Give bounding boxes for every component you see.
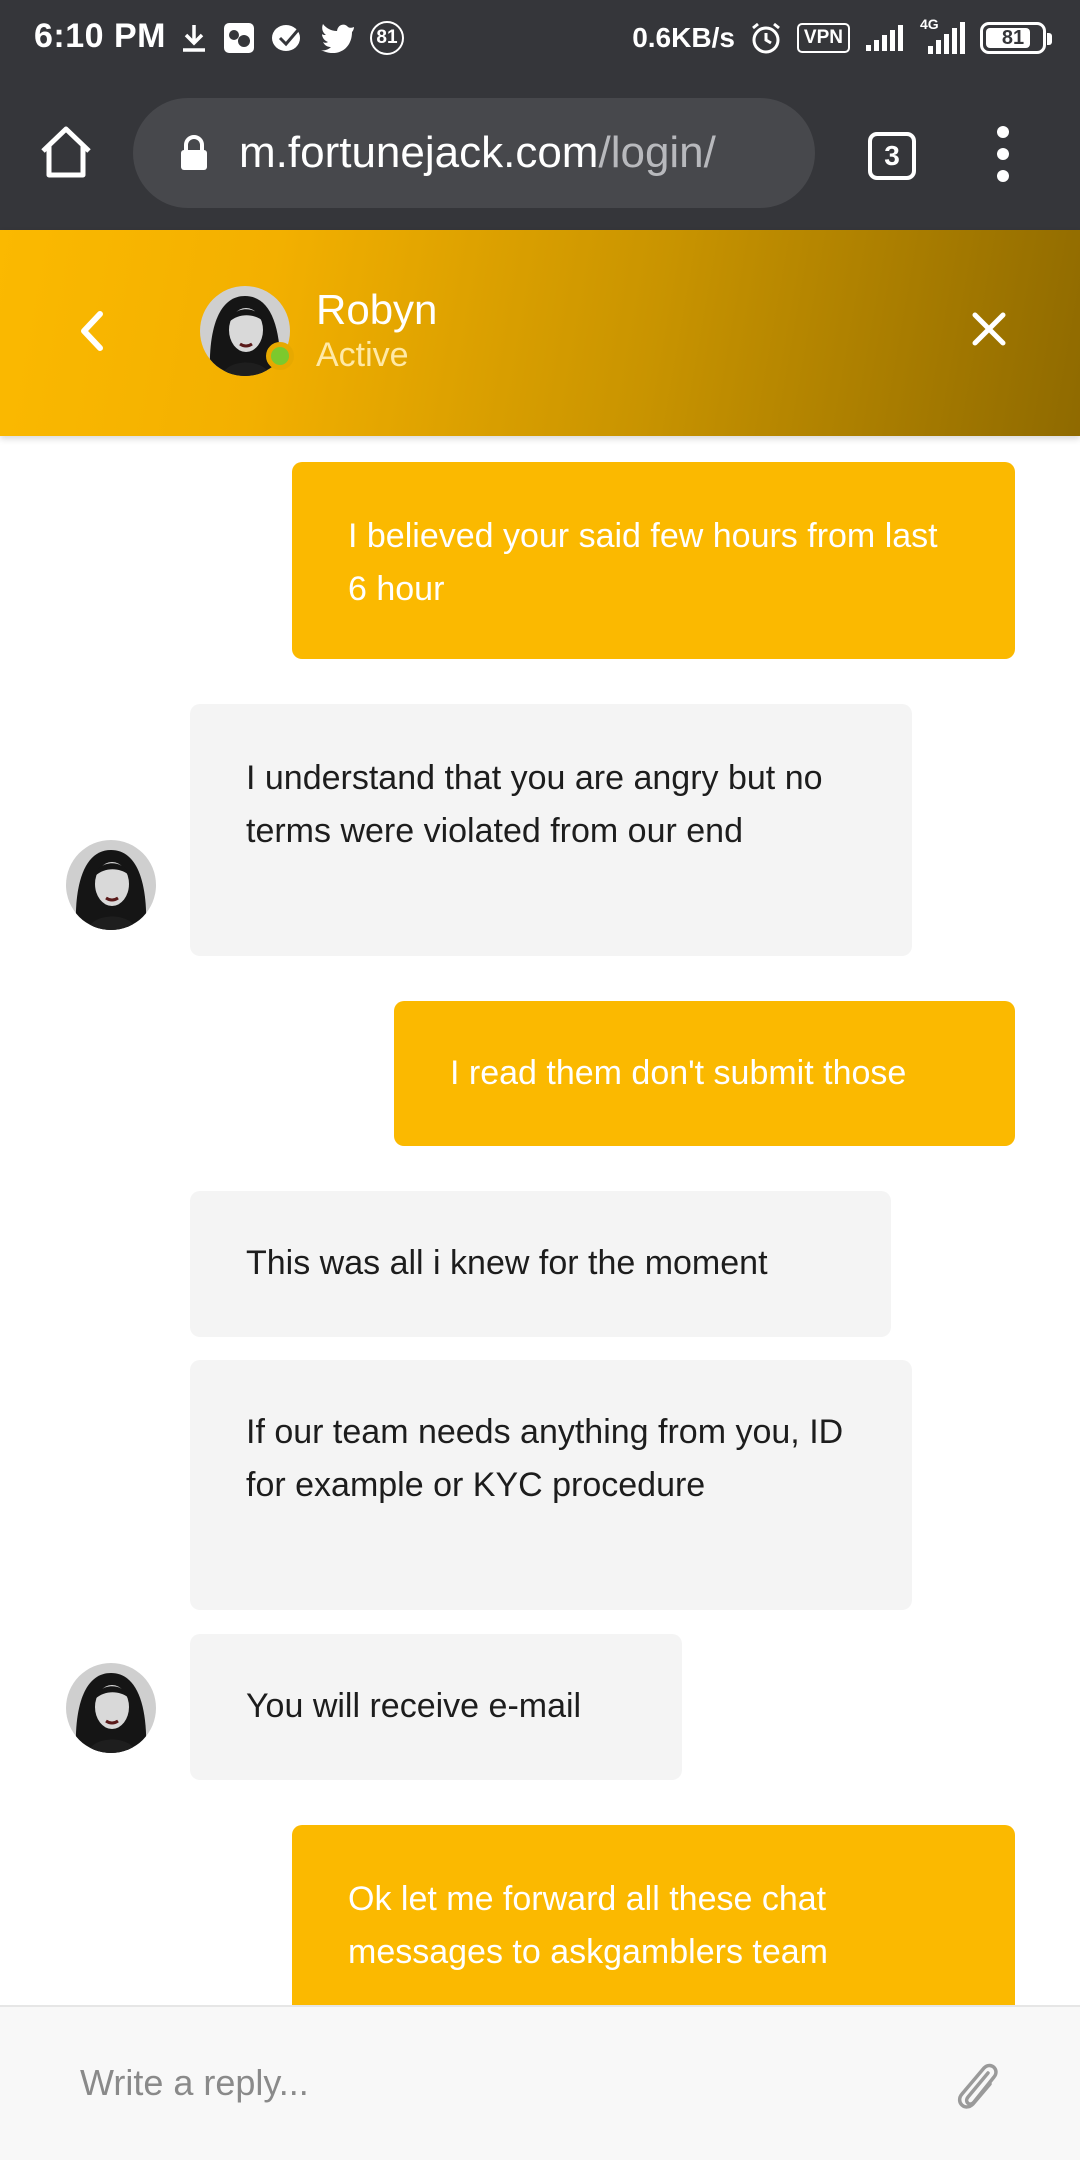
signal-icon	[928, 22, 965, 54]
alarm-icon	[751, 22, 780, 54]
home-icon[interactable]	[38, 124, 94, 180]
reply-bar	[0, 2005, 1080, 2160]
agent-message: You will receive e-mail	[190, 1634, 682, 1780]
close-icon[interactable]	[970, 310, 1008, 348]
notification-icons: 81	[180, 18, 404, 58]
online-status-dot	[266, 342, 294, 370]
status-time: 6:10 PM	[34, 17, 166, 55]
vpn-badge: VPN	[796, 23, 850, 53]
battery-nub	[1047, 33, 1052, 45]
avatar-portrait-icon	[66, 840, 156, 930]
battery-icon: 81	[980, 22, 1052, 54]
agent-message: If our team needs anything from you, ID …	[190, 1360, 912, 1610]
signal-icon	[866, 25, 903, 51]
chat-header: Robyn Active	[0, 230, 1080, 436]
browser-menu-icon[interactable]	[990, 126, 1016, 186]
app-icon	[272, 25, 300, 51]
menu-dot	[997, 126, 1009, 138]
agent-message-avatar	[66, 840, 156, 930]
menu-dot	[997, 148, 1009, 160]
browser-toolbar: m.fortunejack.com/login/ 3	[0, 76, 1080, 230]
twitter-icon	[321, 24, 354, 53]
user-message: Ok let me forward all these chat message…	[292, 1825, 1015, 2005]
agent-message: This was all i knew for the moment	[190, 1191, 891, 1337]
app-icon	[224, 23, 254, 53]
agent-name: Robyn	[316, 286, 438, 333]
avatar-portrait-icon	[66, 1663, 156, 1753]
url-host: m.fortunejack.com	[239, 128, 599, 177]
lock-icon	[181, 135, 207, 170]
agent-status: Active	[316, 336, 409, 374]
url-path: /login/	[598, 128, 716, 177]
tab-switcher-button[interactable]: 3	[868, 132, 916, 180]
download-icon	[183, 25, 205, 52]
battery-level: 81	[1001, 26, 1025, 49]
notification-count-badge: 81	[370, 21, 404, 55]
network-speed: 0.6KB/s	[632, 22, 735, 53]
paperclip-icon[interactable]	[950, 2053, 1002, 2115]
reply-input[interactable]	[80, 2053, 880, 2113]
status-right: 0.6KB/s VPN 4G 81	[632, 16, 1052, 58]
user-message: I read them don't submit those	[394, 1001, 1015, 1146]
back-chevron-icon[interactable]	[72, 306, 112, 356]
network-type-signal: 4G	[918, 16, 966, 56]
agent-message: I understand that you are angry but no t…	[190, 704, 912, 956]
status-bar: 6:10 PM 81 0.6KB/s VPN 4G 81	[0, 0, 1080, 76]
agent-message-avatar	[66, 1663, 156, 1753]
url-bar[interactable]: m.fortunejack.com/login/	[133, 98, 815, 208]
user-message: I believed your said few hours from last…	[292, 462, 1015, 659]
menu-dot	[997, 170, 1009, 182]
